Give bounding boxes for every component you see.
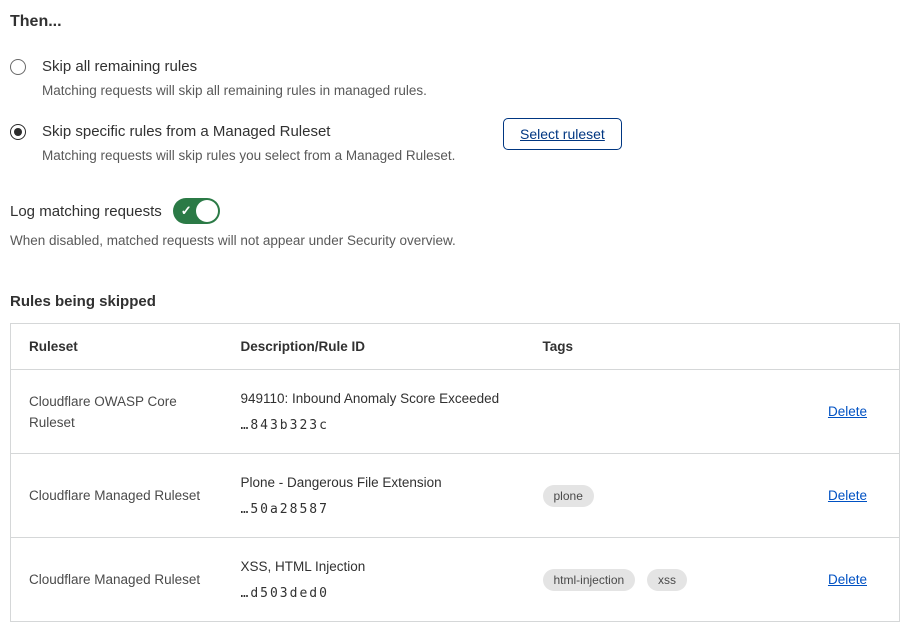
check-icon: ✓ [181,204,192,217]
tags-cell: plone [525,454,765,538]
column-header-tags: Tags [525,324,765,370]
log-matching-requests-row: Log matching requests ✓ [10,198,901,224]
table-row: Cloudflare Managed Ruleset XSS, HTML Inj… [11,538,900,622]
log-toggle-description: When disabled, matched requests will not… [10,233,901,248]
tags-cell [525,370,765,454]
rule-id: …843b323c [241,418,507,433]
option-description: Matching requests will skip rules you se… [42,147,455,165]
option-skip-all-rules[interactable]: Skip all remaining rules Matching reques… [10,56,901,100]
log-matching-requests-toggle[interactable]: ✓ [173,198,220,224]
column-header-actions [765,324,900,370]
rule-description: 949110: Inbound Anomaly Score Exceeded [241,390,507,408]
ruleset-name: Cloudflare OWASP Core Ruleset [11,370,223,454]
waf-rule-action-panel: Then... Skip all remaining rules Matchin… [0,0,911,622]
radio-skip-all-rules[interactable] [10,59,26,75]
table-row: Cloudflare OWASP Core Ruleset 949110: In… [11,370,900,454]
log-matching-requests-label: Log matching requests [10,203,162,220]
option-description: Matching requests will skip all remainin… [42,82,427,100]
table-header-row: Ruleset Description/Rule ID Tags [11,324,900,370]
toggle-knob [196,200,218,222]
select-ruleset-button[interactable]: Select ruleset [503,118,622,150]
rule-description: Plone - Dangerous File Extension [241,474,507,492]
option-label: Skip specific rules from a Managed Rules… [42,121,455,142]
rules-being-skipped-table: Ruleset Description/Rule ID Tags Cloudfl… [10,323,900,622]
column-header-ruleset: Ruleset [11,324,223,370]
rule-description: XSS, HTML Injection [241,558,507,576]
then-heading: Then... [10,13,901,31]
column-header-description-rule-id: Description/Rule ID [223,324,525,370]
rules-being-skipped-heading: Rules being skipped [10,293,901,310]
table-row: Cloudflare Managed Ruleset Plone - Dange… [11,454,900,538]
rule-id: …d503ded0 [241,586,507,601]
tags-cell: html-injection xss [525,538,765,622]
option-skip-specific-rules[interactable]: Skip specific rules from a Managed Rules… [10,121,901,165]
tag-badge: html-injection [543,569,636,591]
ruleset-name: Cloudflare Managed Ruleset [11,454,223,538]
radio-skip-specific-rules[interactable] [10,124,26,140]
delete-link[interactable]: Delete [828,572,867,587]
rule-id: …50a28587 [241,502,507,517]
delete-link[interactable]: Delete [828,404,867,419]
ruleset-name: Cloudflare Managed Ruleset [11,538,223,622]
option-label: Skip all remaining rules [42,56,427,77]
delete-link[interactable]: Delete [828,488,867,503]
tag-badge: plone [543,485,594,507]
tag-badge: xss [647,569,687,591]
